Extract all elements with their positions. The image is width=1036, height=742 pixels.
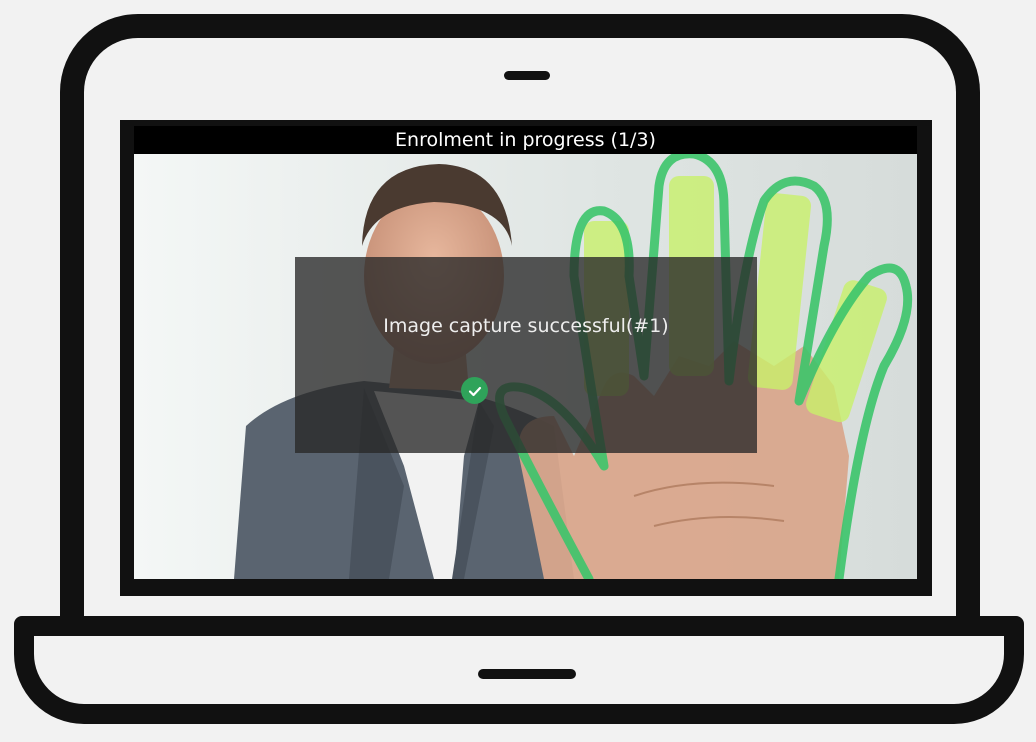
trackpad-icon [478, 669, 576, 679]
capture-status-message: Image capture successful(#1) [383, 315, 669, 337]
capture-status-dialog: Image capture successful(#1) [295, 257, 757, 453]
window-title: Enrolment in progress (1/3) [134, 126, 917, 154]
webcam-icon [504, 71, 550, 80]
app-window: Enrolment in progress (1/3) Image captur… [134, 126, 917, 579]
check-circle-icon [461, 377, 488, 404]
